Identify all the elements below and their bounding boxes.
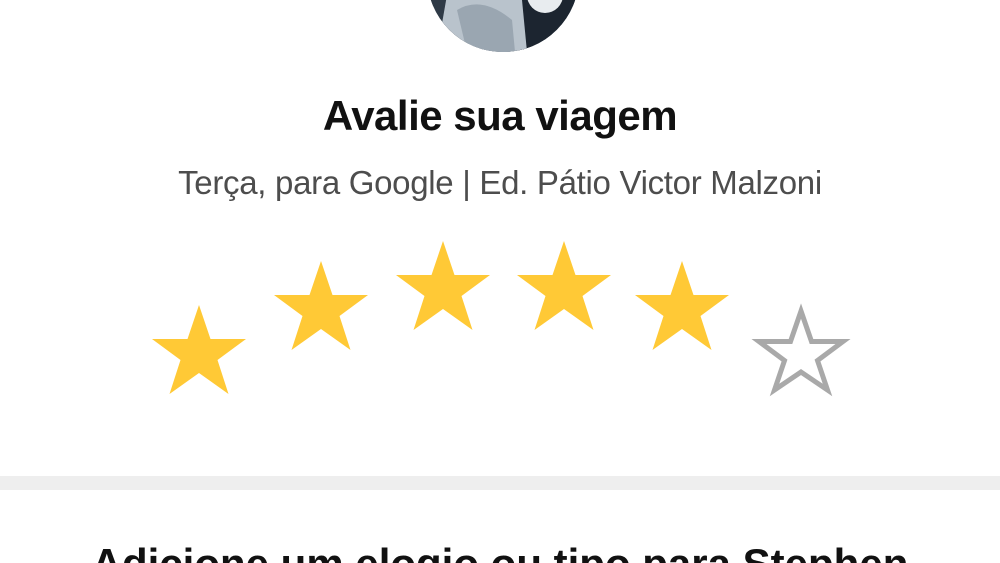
rate-trip-screen: Avalie sua viagem Terça, para Google | E…	[0, 0, 1000, 563]
driver-avatar	[427, 0, 579, 52]
star-filled-icon	[396, 241, 490, 330]
rating-star-2[interactable]	[271, 259, 371, 355]
star-filled-icon	[274, 261, 368, 350]
rating-star-1[interactable]	[149, 303, 249, 399]
rating-star-3[interactable]	[393, 239, 493, 335]
rating-star-6[interactable]	[751, 303, 851, 399]
star-filled-icon	[517, 241, 611, 330]
star-outline-icon	[751, 303, 851, 397]
trip-summary: Terça, para Google | Ed. Pátio Victor Ma…	[178, 164, 822, 201]
star-filled-icon	[635, 261, 729, 350]
compliment-heading: Adicione um elogio ou tipo para Stephen	[0, 540, 1000, 563]
section-divider	[0, 476, 1000, 490]
page-title: Avalie sua viagem	[322, 92, 678, 139]
rating-star-4[interactable]	[514, 239, 614, 335]
rating-star-5[interactable]	[632, 259, 732, 355]
star-filled-icon	[152, 305, 246, 394]
